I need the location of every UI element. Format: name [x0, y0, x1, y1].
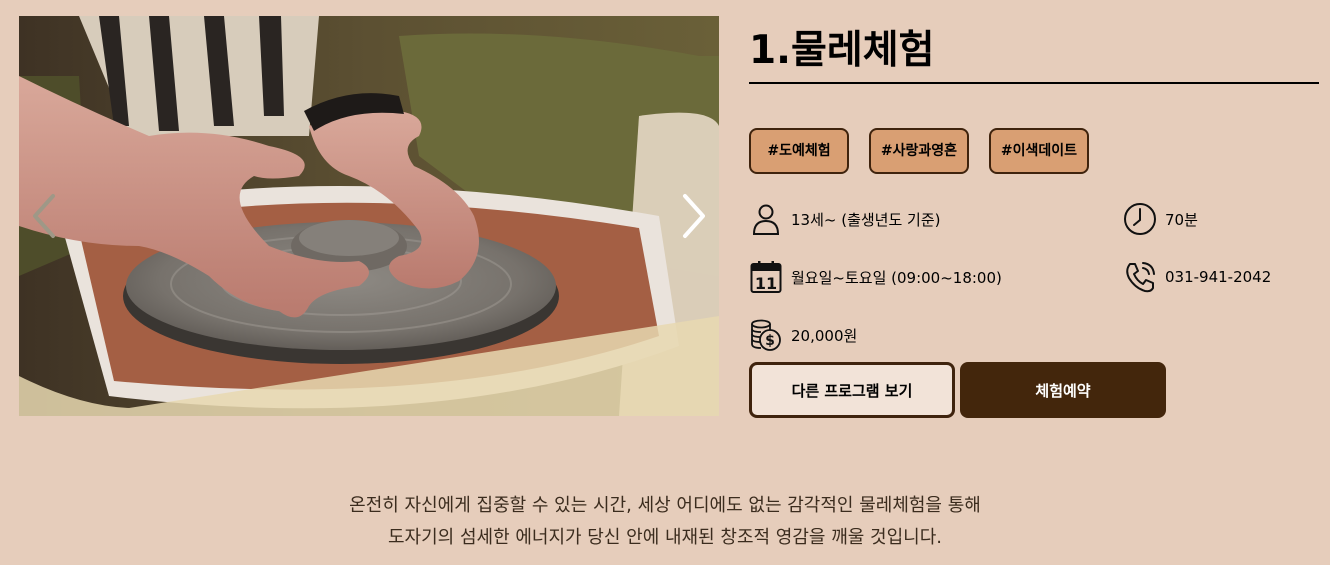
- price-text: 20,000원: [791, 326, 858, 345]
- schedule-text: 월요일~토요일 (09:00~18:00): [791, 268, 1002, 287]
- tag-date[interactable]: #이색데이트: [989, 128, 1089, 174]
- description-line-1: 온전히 자신에게 집중할 수 있는 시간, 세상 어디에도 없는 감각적인 물레…: [349, 495, 981, 516]
- calendar-day-text: 11: [755, 274, 777, 293]
- program-description: 온전히 자신에게 집중할 수 있는 시간, 세상 어디에도 없는 감각적인 물레…: [0, 490, 1330, 554]
- program-title: 1.물레체험: [749, 16, 1319, 84]
- phone-row: 031-941-2042: [1123, 260, 1271, 294]
- other-programs-button[interactable]: 다른 프로그램 보기: [749, 362, 955, 418]
- image-slider: [19, 16, 719, 416]
- description-line-2: 도자기의 섬세한 에너지가 당신 안에 내재된 창조적 영감을 깨울 것입니다.: [387, 527, 942, 548]
- age-text: 13세~ (출생년도 기준): [791, 210, 941, 229]
- pottery-wheel-hands-photo: [19, 16, 719, 416]
- duration-text: 70분: [1165, 210, 1198, 229]
- chevron-left-icon[interactable]: [29, 192, 59, 240]
- phone-text: 031-941-2042: [1165, 268, 1272, 286]
- duration-row: 70분: [1123, 202, 1198, 236]
- phone-icon: [1123, 260, 1157, 294]
- person-icon: [749, 202, 783, 236]
- calendar-icon: 11: [749, 260, 783, 294]
- price-row: $ 20,000원: [749, 318, 857, 352]
- reserve-button[interactable]: 체험예약: [960, 362, 1166, 418]
- program-info: 1.물레체험 #도예체험 #사랑과영혼 #이색데이트 13세~ (출생년도 기준…: [749, 16, 1319, 418]
- age-row: 13세~ (출생년도 기준): [749, 202, 941, 236]
- clock-icon: [1123, 202, 1157, 236]
- coins-icon: $: [749, 318, 783, 352]
- tag-ghost[interactable]: #사랑과영혼: [869, 128, 969, 174]
- tag-pottery[interactable]: #도예체험: [749, 128, 849, 174]
- svg-text:$: $: [765, 333, 775, 349]
- schedule-row: 11 월요일~토요일 (09:00~18:00): [749, 260, 1002, 294]
- chevron-right-icon[interactable]: [679, 192, 709, 240]
